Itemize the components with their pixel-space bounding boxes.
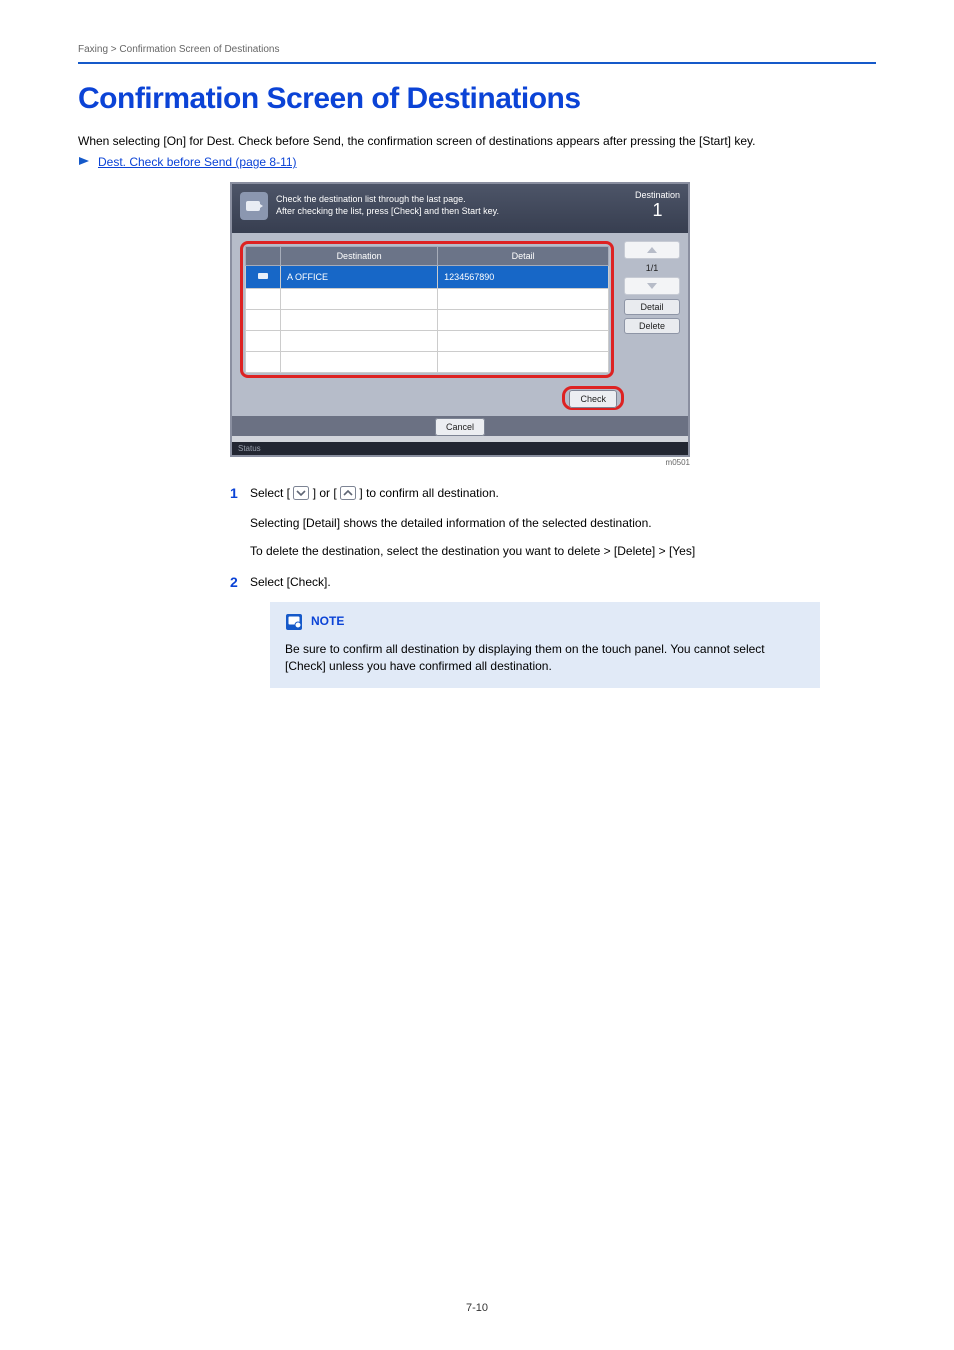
- detail-button[interactable]: Detail: [624, 299, 680, 315]
- row-destination: A OFFICE: [281, 266, 438, 289]
- step-number-1: 1: [230, 485, 250, 560]
- scroll-down-button[interactable]: [624, 277, 680, 295]
- note-body: Be sure to confirm all destination by di…: [285, 641, 805, 676]
- confirmation-screenshot: Check the destination list through the l…: [230, 182, 690, 467]
- check-button-highlight: Check: [562, 386, 624, 410]
- delete-button[interactable]: Delete: [624, 318, 680, 334]
- panel-msg-line2: After checking the list, press [Check] a…: [276, 206, 635, 218]
- chevron-up-icon: [340, 486, 356, 505]
- table-row[interactable]: [246, 352, 609, 373]
- step1-text-b: ] or [: [313, 486, 337, 500]
- step2-text: Select [Check].: [250, 574, 820, 591]
- chevron-down-icon: [293, 486, 309, 505]
- step1-text-a: Select [: [250, 486, 290, 500]
- xref-arrow-icon: [78, 154, 90, 170]
- row-detail: 1234567890: [438, 266, 609, 289]
- table-row[interactable]: [246, 310, 609, 331]
- note-head-label: NOTE: [311, 613, 344, 630]
- step-number-2: 2: [230, 574, 250, 688]
- pager-text: 1/1: [624, 263, 680, 273]
- cancel-button[interactable]: Cancel: [435, 418, 485, 436]
- scroll-up-button[interactable]: [624, 241, 680, 259]
- step1-p3: To delete the destination, select the de…: [250, 543, 695, 560]
- note-box: NOTE Be sure to confirm all destination …: [270, 602, 820, 689]
- table-row[interactable]: A OFFICE 1234567890: [246, 266, 609, 289]
- note-icon: [285, 613, 303, 631]
- screenshot-ref: m0501: [230, 458, 690, 467]
- fax-type-icon: [246, 266, 281, 289]
- step1-p2: Selecting [Detail] shows the detailed in…: [250, 515, 695, 532]
- page-number: 7-10: [0, 1302, 954, 1314]
- table-row[interactable]: [246, 289, 609, 310]
- xref-link[interactable]: Dest. Check before Send (page 8-11): [98, 155, 297, 169]
- destination-table-highlight: Destination Detail A OF: [240, 241, 614, 378]
- running-head-left: Faxing > Confirmation Screen of Destinat…: [78, 44, 280, 55]
- send-icon: [240, 192, 268, 220]
- page-title: Confirmation Screen of Destinations: [78, 82, 876, 116]
- step1-text-c: ] to confirm all destination.: [359, 486, 498, 500]
- col-destination: Destination: [281, 247, 438, 266]
- table-row[interactable]: [246, 331, 609, 352]
- check-button[interactable]: Check: [569, 390, 617, 408]
- intro-text: When selecting [On] for Dest. Check befo…: [78, 134, 876, 148]
- header-rule: [78, 62, 876, 64]
- panel-msg-line1: Check the destination list through the l…: [276, 194, 635, 206]
- col-detail: Detail: [438, 247, 609, 266]
- destination-table: Destination Detail A OF: [245, 246, 609, 373]
- destination-count: Destination 1: [635, 190, 680, 221]
- status-left: Status: [238, 444, 261, 453]
